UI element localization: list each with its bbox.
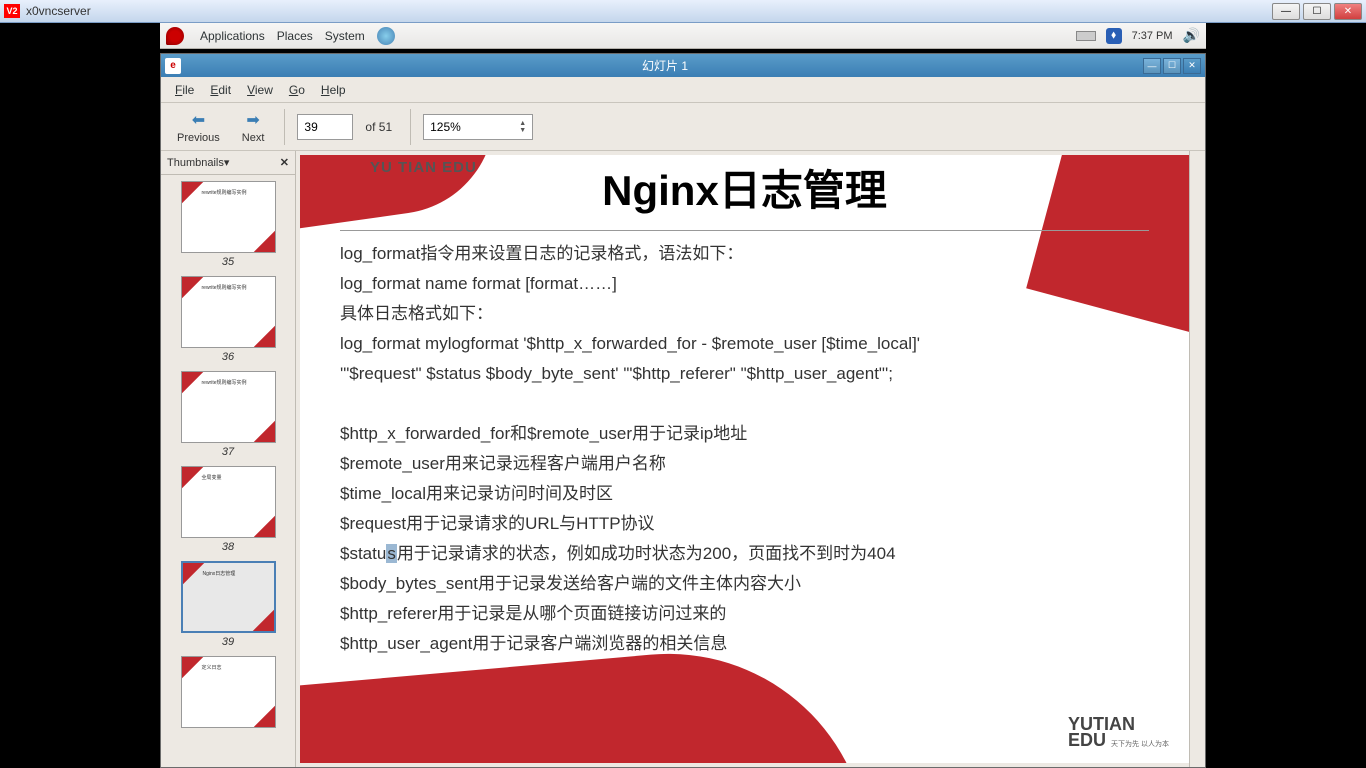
menu-help[interactable]: Help — [315, 81, 352, 99]
minimize-button[interactable]: — — [1272, 3, 1300, 20]
browser-icon[interactable] — [377, 27, 395, 45]
vnc-titlebar: V2 x0vncserver — ☐ ✕ — [0, 0, 1366, 23]
thumbnail-item[interactable]: rewrite规则编写实例36 — [161, 276, 295, 363]
slide-title: Nginx日志管理 — [300, 157, 1189, 218]
menu-edit[interactable]: Edit — [204, 81, 237, 99]
slide: YU TIAN EDU Nginx日志管理 log_format指令用来设置日志… — [300, 155, 1189, 763]
bluetooth-icon[interactable]: ⬧ — [1106, 28, 1122, 44]
thumbnails-close-button[interactable]: ✕ — [280, 156, 289, 169]
app-title: 幻灯片 1 — [187, 57, 1143, 74]
zoom-select[interactable]: 125% ▲▼ — [423, 114, 533, 140]
next-button[interactable]: ➡ Next — [234, 108, 273, 146]
left-black — [0, 23, 160, 768]
menu-applications[interactable]: Applications — [200, 29, 265, 43]
app-window: e 幻灯片 1 — ☐ ✕ File Edit View Go Help ⬅ P… — [160, 53, 1206, 768]
arrow-right-icon: ➡ — [246, 110, 259, 130]
battery-icon[interactable] — [1076, 31, 1096, 41]
slide-viewport[interactable]: YU TIAN EDU Nginx日志管理 log_format指令用来设置日志… — [296, 151, 1205, 767]
gnome-panel: Applications Places System ⬧ 7:37 PM 🔊 — [160, 23, 1206, 49]
logo: YUTIAN EDU 天下为先 以人为本 — [1068, 716, 1169, 753]
toolbar: ⬅ Previous ➡ Next of 51 125% ▲▼ — [161, 103, 1205, 151]
menu-go[interactable]: Go — [283, 81, 311, 99]
page-input[interactable] — [297, 114, 353, 140]
thumbnails-list[interactable]: rewrite规则编写实例35rewrite规则编写实例36rewrite规则编… — [161, 175, 295, 767]
app-maximize-button[interactable]: ☐ — [1163, 58, 1181, 74]
thumbnail-item[interactable]: 全局变量38 — [161, 466, 295, 553]
thumbnail-item[interactable]: rewrite规则编写实例35 — [161, 181, 295, 268]
thumbnail-item[interactable]: 定义日志 — [161, 656, 295, 731]
thumbnail-item[interactable]: rewrite规则编写实例37 — [161, 371, 295, 458]
menu-places[interactable]: Places — [277, 29, 313, 43]
vnc-icon: V2 — [4, 4, 20, 18]
page-total: of 51 — [365, 120, 392, 134]
clock[interactable]: 7:37 PM — [1132, 30, 1173, 42]
arrow-left-icon: ⬅ — [192, 110, 205, 130]
menu-file[interactable]: File — [169, 81, 200, 99]
menu-system[interactable]: System — [325, 29, 365, 43]
app-icon: e — [165, 58, 181, 74]
thumbnails-panel: Thumbnails ▾ ✕ rewrite规则编写实例35rewrite规则编… — [161, 151, 296, 767]
previous-button[interactable]: ⬅ Previous — [169, 108, 228, 146]
menubar: File Edit View Go Help — [161, 77, 1205, 103]
slide-body: log_format指令用来设置日志的记录格式，语法如下： log_format… — [340, 230, 1149, 659]
app-minimize-button[interactable]: — — [1143, 58, 1161, 74]
speaker-icon[interactable]: 🔊 — [1183, 27, 1200, 44]
app-titlebar[interactable]: e 幻灯片 1 — ☐ ✕ — [161, 54, 1205, 77]
redhat-icon[interactable] — [166, 27, 184, 45]
scrollbar[interactable] — [1189, 151, 1205, 767]
menu-view[interactable]: View — [241, 81, 279, 99]
maximize-button[interactable]: ☐ — [1303, 3, 1331, 20]
separator — [410, 109, 411, 145]
right-black — [1206, 23, 1366, 768]
app-close-button[interactable]: ✕ — [1183, 58, 1201, 74]
separator — [284, 109, 285, 145]
close-button[interactable]: ✕ — [1334, 3, 1362, 20]
vnc-title: x0vncserver — [26, 4, 1272, 18]
thumbnails-header: Thumbnails ▾ ✕ — [161, 151, 295, 175]
thumbnail-item[interactable]: Nginx日志管理39 — [161, 561, 295, 648]
